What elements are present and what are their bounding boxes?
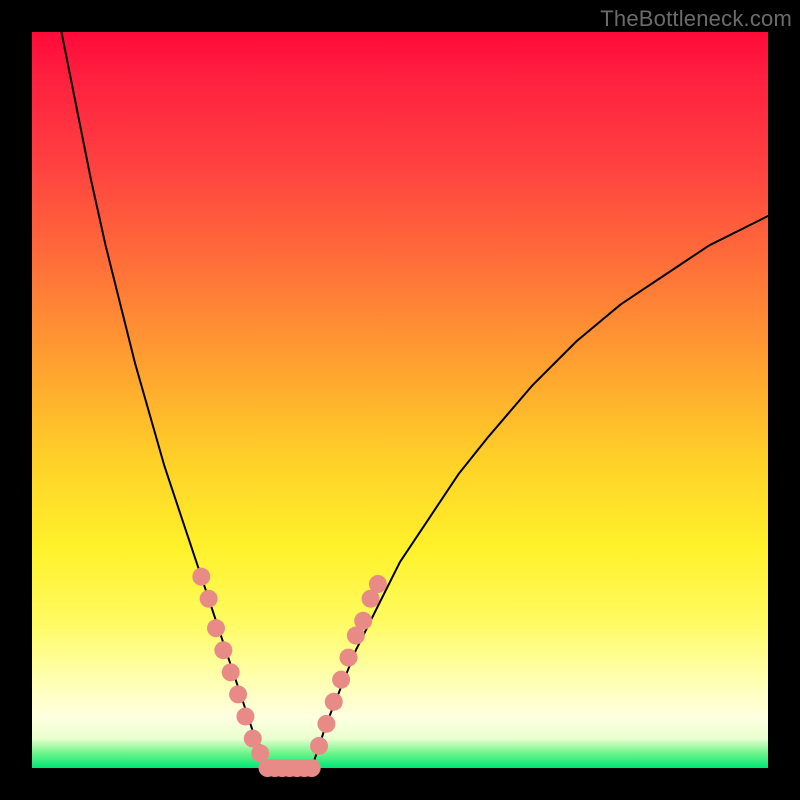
salmon-dots — [192, 568, 387, 777]
outer-frame: TheBottleneck.com — [0, 0, 800, 800]
plot-area — [32, 32, 768, 768]
dot — [354, 612, 372, 630]
dot — [303, 759, 321, 777]
dot — [317, 715, 335, 733]
dot — [192, 568, 210, 586]
watermark-text: TheBottleneck.com — [600, 6, 792, 32]
dot — [236, 707, 254, 725]
dot — [229, 685, 247, 703]
dot — [207, 619, 225, 637]
bottleneck-curve — [61, 32, 768, 768]
dot — [214, 641, 232, 659]
curve-path — [61, 32, 768, 768]
dot — [325, 693, 343, 711]
dot — [339, 649, 357, 667]
dot — [200, 590, 218, 608]
dot — [310, 737, 328, 755]
dot — [369, 575, 387, 593]
curve-layer — [32, 32, 768, 768]
dot — [332, 671, 350, 689]
dot — [222, 663, 240, 681]
